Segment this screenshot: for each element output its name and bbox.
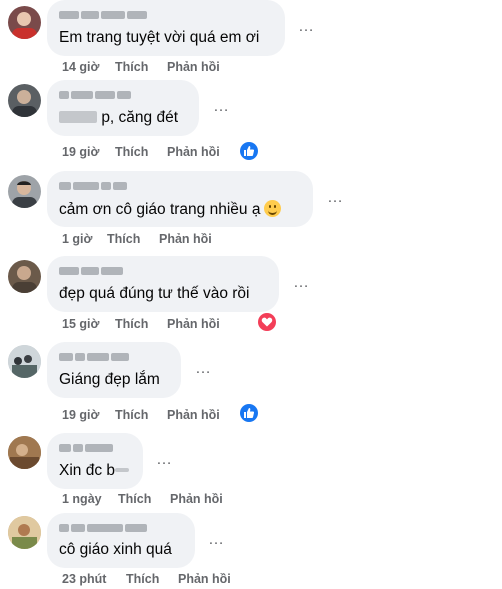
like-reaction-icon[interactable] xyxy=(240,142,258,160)
reply-link[interactable]: Phản hồi xyxy=(167,60,220,74)
comment-text-visible: cảm ơn cô giáo trang nhiều ạ xyxy=(59,201,261,218)
comment-text: đẹp quá đúng tư thế vào rồi xyxy=(59,285,250,302)
comment-text: Giáng đẹp lắm xyxy=(59,371,160,388)
comment-time[interactable]: 1 giờ xyxy=(62,232,92,246)
like-link[interactable]: Thích xyxy=(115,408,148,422)
avatar[interactable] xyxy=(8,260,41,293)
grinning-emoji-icon xyxy=(264,200,282,217)
comment-time[interactable]: 19 giờ xyxy=(62,145,99,159)
avatar[interactable] xyxy=(8,345,41,378)
comment-text-visible: p, căng đét xyxy=(101,109,179,126)
comment-author[interactable] xyxy=(59,89,131,100)
like-reaction-icon[interactable] xyxy=(240,404,258,422)
reply-link[interactable]: Phản hồi xyxy=(159,232,212,246)
comment-bubble: cô giáo xinh quá xyxy=(47,513,195,568)
comment-text: cô giáo xinh quá xyxy=(59,541,172,558)
comment-bubble: Giáng đẹp lắm xyxy=(47,342,181,398)
more-options-icon[interactable]: … xyxy=(327,190,344,206)
like-link[interactable]: Thích xyxy=(107,232,140,246)
more-options-icon[interactable]: … xyxy=(208,532,225,548)
comment-text: Em trang tuyệt vời quá em ơi xyxy=(59,29,260,46)
comment-time[interactable]: 1 ngày xyxy=(62,492,102,506)
more-options-icon[interactable]: … xyxy=(195,361,212,377)
reply-link[interactable]: Phản hồi xyxy=(178,572,231,586)
comment-text-visible: Xin đc b xyxy=(59,462,116,479)
comment-time[interactable]: 19 giờ xyxy=(62,408,99,422)
avatar[interactable] xyxy=(8,6,41,39)
more-options-icon[interactable]: … xyxy=(213,99,230,115)
comment-time[interactable]: 23 phút xyxy=(62,572,106,586)
comment-author[interactable] xyxy=(59,522,147,533)
reply-link[interactable]: Phản hồi xyxy=(167,408,220,422)
avatar[interactable] xyxy=(8,175,41,208)
more-options-icon[interactable]: … xyxy=(298,19,315,35)
avatar[interactable] xyxy=(8,84,41,117)
comment-bubble: Xin đc b xyxy=(47,433,143,489)
comment-text: Xin đc b xyxy=(59,462,130,480)
reply-link[interactable]: Phản hồi xyxy=(167,145,220,159)
comment-author[interactable] xyxy=(59,351,129,362)
avatar[interactable] xyxy=(8,516,41,549)
comment-text: cảm ơn cô giáo trang nhiều ạ xyxy=(59,200,282,219)
reply-link[interactable]: Phản hồi xyxy=(167,317,220,331)
comment-bubble: Em trang tuyệt vời quá em ơi xyxy=(47,0,285,56)
reply-link[interactable]: Phản hồi xyxy=(170,492,223,506)
more-options-icon[interactable]: … xyxy=(156,452,173,468)
like-link[interactable]: Thích xyxy=(115,145,148,159)
comment-author[interactable] xyxy=(59,9,147,20)
avatar[interactable] xyxy=(8,436,41,469)
comment-author[interactable] xyxy=(59,442,113,453)
comment-bubble: p, căng đét xyxy=(47,80,199,136)
like-link[interactable]: Thích xyxy=(115,317,148,331)
comment-text: p, căng đét xyxy=(59,109,178,127)
more-options-icon[interactable]: … xyxy=(293,275,310,291)
like-link[interactable]: Thích xyxy=(118,492,151,506)
comment-time[interactable]: 15 giờ xyxy=(62,317,99,331)
comment-time[interactable]: 14 giờ xyxy=(62,60,99,74)
love-reaction-icon[interactable] xyxy=(258,313,276,331)
comment-author[interactable] xyxy=(59,265,123,276)
like-link[interactable]: Thích xyxy=(115,60,148,74)
like-link[interactable]: Thích xyxy=(126,572,159,586)
comment-bubble: cảm ơn cô giáo trang nhiều ạ xyxy=(47,171,313,227)
comment-bubble: đẹp quá đúng tư thế vào rồi xyxy=(47,256,279,312)
comment-author[interactable] xyxy=(59,180,127,191)
